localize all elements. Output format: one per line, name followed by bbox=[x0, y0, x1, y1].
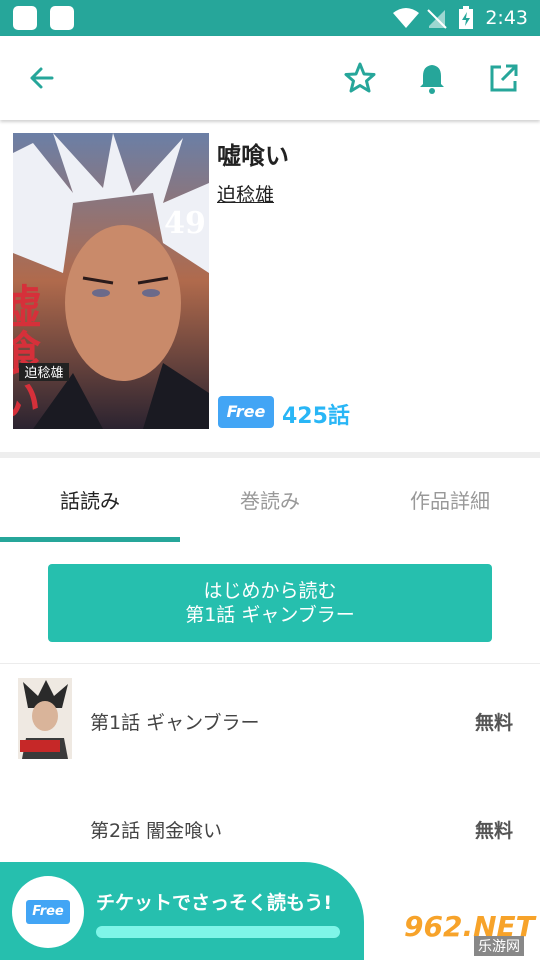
watermark-logo: 962.NET 乐游网 bbox=[400, 910, 536, 956]
tab-episodes[interactable]: 話読み bbox=[0, 458, 180, 544]
start-button-label: はじめから読む bbox=[203, 580, 337, 602]
bell-icon[interactable] bbox=[414, 60, 450, 96]
series-header: 49 嘘喰い 迫稔雄 嘘喰い 迫稔雄 Free 425話 bbox=[0, 122, 540, 452]
tab-volumes[interactable]: 巻読み bbox=[180, 458, 360, 544]
battery-charging-icon bbox=[459, 6, 473, 29]
episode-title: 第2話 闇金喰い bbox=[90, 820, 223, 842]
free-tag: Free bbox=[218, 396, 274, 428]
external-link-icon[interactable] bbox=[486, 60, 522, 96]
banner-free-tag: Free bbox=[26, 900, 70, 924]
cover-title: 嘘喰い bbox=[13, 283, 42, 421]
banner-text: チケットでさっそく読もう! bbox=[96, 892, 333, 914]
episode-price: 無料 bbox=[474, 820, 513, 842]
episode-thumbnail bbox=[18, 678, 72, 759]
episode-row[interactable]: 第2話 闇金喰い 無料 bbox=[0, 772, 540, 872]
episode-title: 第1話 ギャンブラー bbox=[90, 712, 260, 734]
cover-volume: 49 bbox=[164, 206, 206, 241]
back-arrow-icon[interactable] bbox=[24, 60, 60, 96]
tab-details[interactable]: 作品詳細 bbox=[360, 458, 540, 544]
start-button-episode: 第1話 ギャンブラー bbox=[185, 604, 355, 626]
episode-price: 無料 bbox=[474, 712, 513, 734]
clock: 2:43 bbox=[485, 7, 528, 29]
notification-icon bbox=[50, 6, 74, 30]
episode-count: 425話 bbox=[282, 404, 350, 429]
cover-image[interactable]: 49 嘘喰い 迫稔雄 bbox=[13, 133, 209, 429]
status-bar: 2:43 bbox=[0, 0, 540, 36]
cover-author: 迫稔雄 bbox=[24, 366, 63, 381]
watermark-sub: 乐游网 bbox=[474, 936, 524, 956]
banner-progress-bar bbox=[96, 926, 340, 938]
wifi-icon bbox=[393, 8, 419, 28]
no-sim-icon bbox=[427, 9, 447, 29]
favorite-star-icon[interactable] bbox=[342, 60, 378, 96]
tab-indicator bbox=[0, 537, 180, 542]
app-bar bbox=[0, 36, 540, 120]
author-link[interactable]: 迫稔雄 bbox=[217, 180, 274, 207]
series-title: 嘘喰い bbox=[217, 142, 289, 170]
episode-row[interactable]: 第1話 ギャンブラー 無料 bbox=[0, 664, 540, 764]
read-from-start-button[interactable]: はじめから読む 第1話 ギャンブラー bbox=[48, 564, 492, 642]
tab-bar: 話読み 巻読み 作品詳細 bbox=[0, 458, 540, 544]
notification-icon bbox=[13, 6, 37, 30]
ticket-banner[interactable]: Free チケットでさっそく読もう! bbox=[0, 862, 364, 960]
